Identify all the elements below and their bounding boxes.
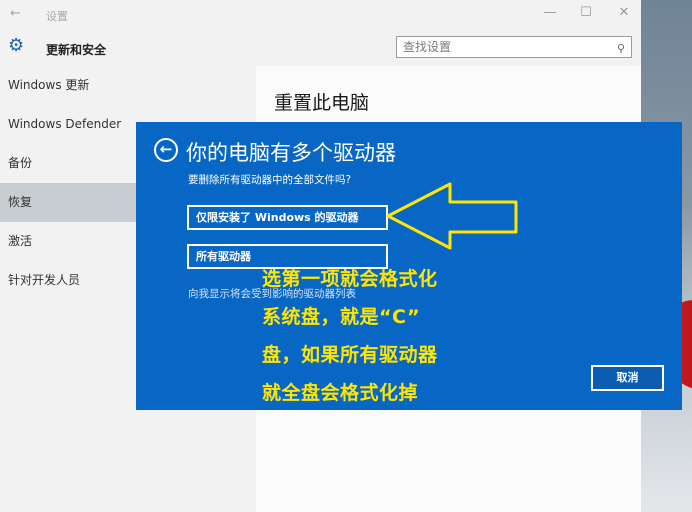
section-title: 更新和安全: [46, 43, 107, 57]
title-bar: ← 设置 — ☐ ✕: [0, 0, 641, 30]
sidebar-item-windows-update[interactable]: Windows 更新: [0, 66, 255, 105]
minimize-icon[interactable]: —: [540, 5, 560, 20]
annotation-line-1: 选第一项就会格式化: [262, 268, 438, 290]
dialog-subtitle: 要删除所有驱动器中的全部文件吗?: [188, 174, 352, 186]
settings-header: ⚙ 更新和安全 查找设置 ⚲: [0, 30, 641, 66]
maximize-icon[interactable]: ☐: [576, 5, 596, 20]
annotation-line-4: 就全盘会格式化掉: [262, 382, 419, 404]
search-icon[interactable]: ⚲: [617, 39, 625, 59]
window-title: 设置: [46, 10, 68, 23]
search-input[interactable]: 查找设置 ⚲: [396, 36, 632, 58]
annotation-line-2: 系统盘，就是“C”: [262, 306, 421, 328]
close-icon[interactable]: ✕: [614, 5, 634, 20]
cancel-button[interactable]: 取消: [591, 365, 664, 391]
only-windows-drive-button[interactable]: 仅限安装了 Windows 的驱动器: [187, 205, 388, 230]
dialog-title: 你的电脑有多个驱动器: [186, 141, 396, 165]
page-title: 重置此电脑: [274, 92, 370, 114]
gear-icon: ⚙: [8, 35, 25, 56]
annotation-arrow-icon: [386, 182, 518, 250]
annotation-line-3: 盘，如果所有驱动器: [262, 344, 438, 366]
back-arrow-icon[interactable]: ←: [10, 6, 21, 21]
dialog-back-icon[interactable]: ←: [154, 138, 178, 162]
search-placeholder: 查找设置: [403, 40, 452, 54]
